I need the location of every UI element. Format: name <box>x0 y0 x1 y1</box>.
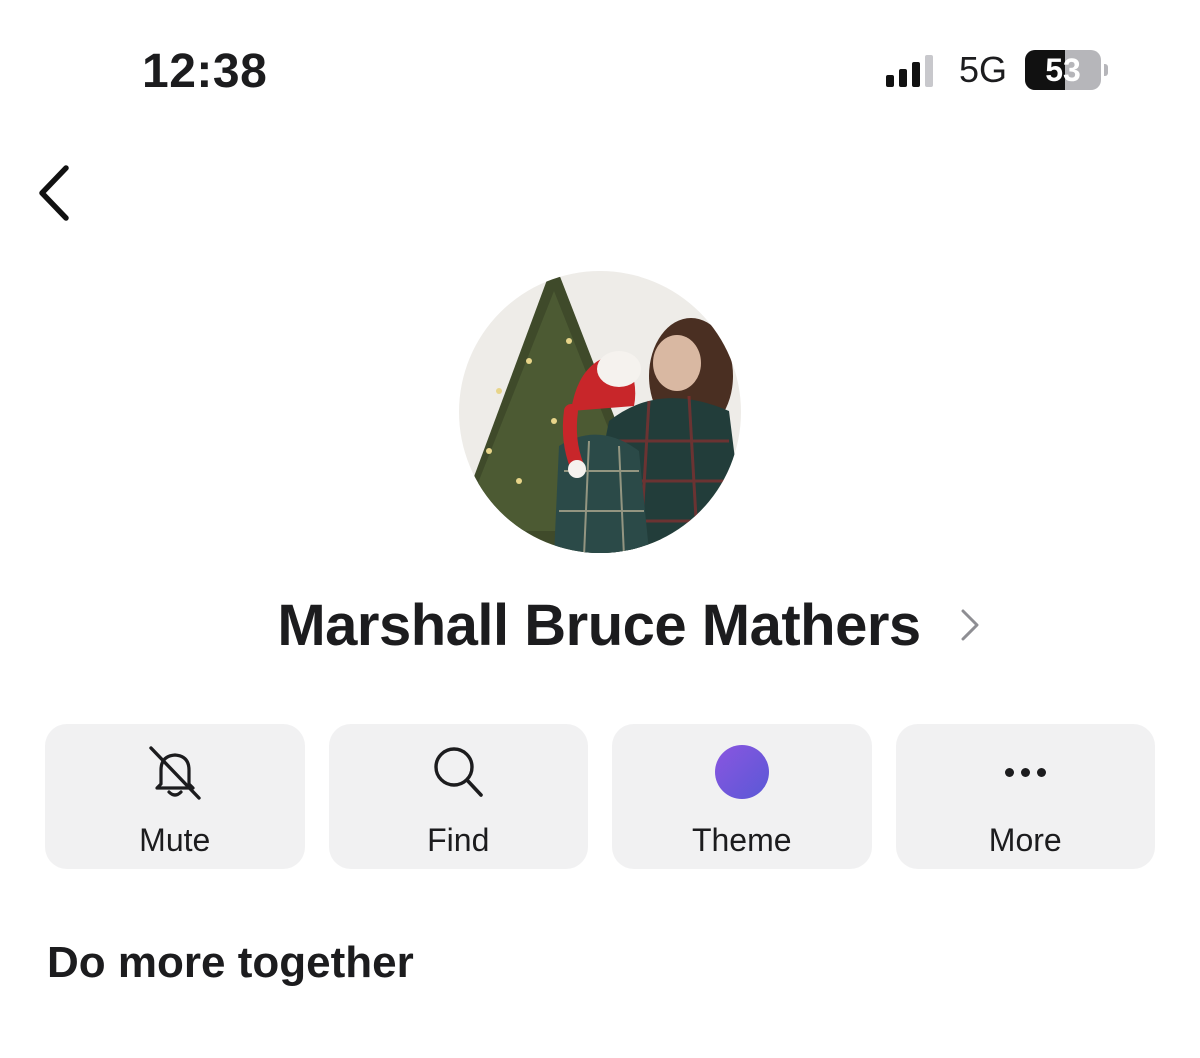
section-title: Do more together <box>47 938 414 987</box>
signal-strength-icon <box>885 53 933 87</box>
status-indicators: 5G 53 <box>885 49 1108 90</box>
more-button[interactable]: More <box>895 724 1155 869</box>
bell-slash-icon <box>145 742 205 802</box>
contact-name-row[interactable]: Marshall Bruce Mathers <box>0 590 1200 660</box>
action-buttons: Mute Find Theme More <box>45 724 1155 869</box>
theme-button[interactable]: Theme <box>612 724 872 869</box>
more-label: More <box>988 822 1062 858</box>
theme-label: Theme <box>691 822 792 858</box>
battery-percent: 53 <box>1045 51 1081 88</box>
battery-icon: 53 <box>1025 50 1101 90</box>
mute-label: Mute <box>139 822 211 858</box>
profile-photo <box>459 271 741 553</box>
network-type: 5G <box>958 49 1007 90</box>
find-button[interactable]: Find <box>328 724 588 869</box>
avatar[interactable] <box>459 271 741 553</box>
chevron-left-icon <box>39 165 69 221</box>
search-icon <box>428 742 488 802</box>
chat-details-screen: 12:38 5G 53 Marshall Bruce Mathers Mute … <box>0 0 1200 1058</box>
chevron-right-icon <box>961 609 979 641</box>
find-label: Find <box>427 822 490 858</box>
back-button[interactable] <box>32 162 76 224</box>
theme-color-icon <box>714 745 769 799</box>
mute-button[interactable]: Mute <box>45 724 305 869</box>
status-time: 12:38 <box>142 45 268 98</box>
ellipsis-icon <box>995 742 1055 802</box>
contact-name: Marshall Bruce Mathers <box>277 592 921 658</box>
